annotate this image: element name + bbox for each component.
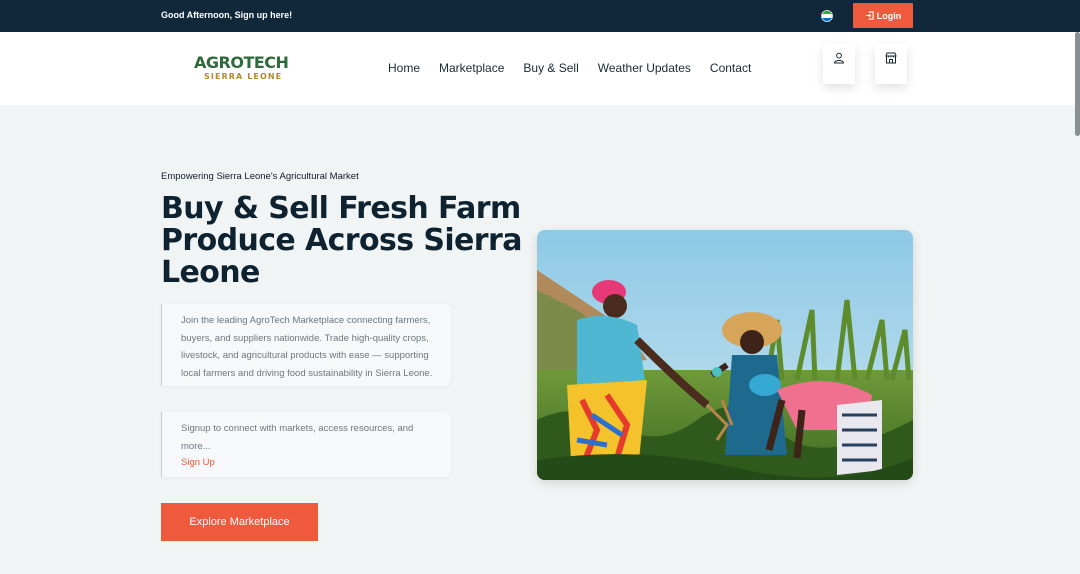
nav-contact[interactable]: Contact [710,61,751,75]
login-button[interactable]: Login [853,3,913,28]
store-icon [885,52,897,64]
login-label: Login [876,10,902,21]
hero-headline: Buy & Sell Fresh Farm Produce Across Sie… [161,191,522,290]
hero-description: Join the leading AgroTech Marketplace co… [181,315,433,379]
hero-tagline: Empowering Sierra Leone's Agricultural M… [161,171,359,182]
main-header: AGROTECH SIERRA LEONE Home Marketplace B… [0,32,1080,105]
top-bar: Good Afternoon, Sign up here! Login [0,0,1080,32]
farmers-in-field-photo [537,230,913,480]
store-button[interactable] [875,44,907,84]
nav-buy-sell[interactable]: Buy & Sell [523,61,578,75]
user-icon [833,52,845,64]
account-button[interactable] [823,44,855,84]
hero-description-card: Join the leading AgroTech Marketplace co… [161,304,451,386]
signup-card: Signup to connect with markets, access r… [161,412,451,477]
nav-home[interactable]: Home [388,61,420,75]
nav-weather-updates[interactable]: Weather Updates [598,61,691,75]
page-scrollbar[interactable] [1075,32,1080,136]
logo-main-text: AGROTECH [194,53,289,72]
greeting-text: Good Afternoon, Sign up here! [161,10,293,20]
main-nav: Home Marketplace Buy & Sell Weather Upda… [388,61,770,75]
nav-marketplace[interactable]: Marketplace [439,61,504,75]
logo-sub-text: SIERRA LEONE [204,72,283,81]
signup-link[interactable]: Sign Up [181,455,441,471]
agrotech-logo[interactable]: AGROTECH SIERRA LEONE [194,53,294,82]
explore-marketplace-button[interactable]: Explore Marketplace [161,503,318,541]
sierra-leone-flag-icon[interactable] [821,10,833,22]
signup-text: Signup to connect with markets, access r… [181,423,414,452]
login-icon [865,11,874,20]
